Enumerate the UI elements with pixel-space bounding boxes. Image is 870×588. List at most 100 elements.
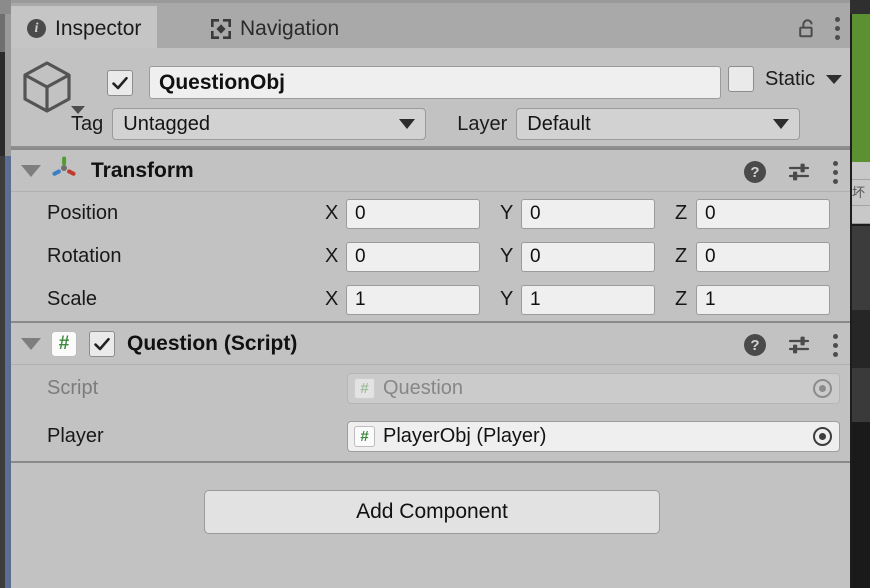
- chevron-down-icon: [773, 119, 790, 129]
- component-title: Transform: [91, 158, 194, 182]
- scale-y-input[interactable]: 1: [521, 284, 655, 315]
- tag-dropdown[interactable]: Untagged: [112, 108, 427, 140]
- field-row-script: Script # Question: [11, 365, 850, 411]
- field-row-player: Player # PlayerObj (Player): [11, 411, 850, 461]
- adjacent-toolbar: [850, 0, 870, 14]
- adjacent-dark-panel: [852, 224, 870, 310]
- gameobject-cube-icon[interactable]: [19, 58, 85, 114]
- axis-letter-x: X: [325, 245, 339, 267]
- row-label: Position: [47, 202, 119, 224]
- unity-editor-window: 坏和 i Inspector: [0, 0, 870, 588]
- transform-row-scale: Scale X 1 Y 1 Z 1: [11, 278, 850, 321]
- component-header-question-script[interactable]: # Question (Script) ?: [11, 321, 850, 365]
- static-checkbox[interactable]: [727, 66, 754, 92]
- scale-x-input[interactable]: 1: [346, 284, 480, 315]
- position-x-group: X 0: [325, 198, 480, 229]
- adjacent-dark-panel: [852, 422, 870, 588]
- axis-letter-y: Y: [500, 202, 514, 224]
- gameobject-name-input[interactable]: QuestionObj: [149, 66, 721, 99]
- gameobject-header: QuestionObj Static Tag Untagged Layer De…: [11, 48, 850, 148]
- rotation-z-input[interactable]: 0: [696, 241, 830, 272]
- scale-z-input[interactable]: 1: [696, 284, 830, 315]
- axis-letter-y: Y: [500, 288, 514, 310]
- player-object-field[interactable]: # PlayerObj (Player): [347, 420, 840, 452]
- csharp-script-icon: #: [51, 330, 77, 357]
- tab-navigation[interactable]: Navigation: [195, 6, 355, 51]
- object-picker-icon: [805, 374, 839, 403]
- position-y-group: Y 0: [500, 198, 655, 229]
- transform-row-rotation: Rotation X 0 Y 0 Z 0: [11, 235, 850, 278]
- navigation-icon: [211, 18, 231, 39]
- gameobject-enabled-checkbox[interactable]: [107, 69, 133, 96]
- adjacent-list-row: [852, 162, 870, 180]
- static-flags-group: Static: [727, 66, 842, 92]
- inspector-panel: i Inspector Navigation QuestionObj Stati…: [11, 0, 850, 588]
- tag-label: Tag: [71, 112, 104, 135]
- help-icon[interactable]: ?: [744, 334, 766, 356]
- csharp-script-icon: #: [354, 425, 375, 447]
- static-label: Static: [764, 67, 815, 90]
- panel-tabbar: i Inspector Navigation: [11, 0, 850, 51]
- panel-tab-tools: [798, 6, 840, 51]
- info-icon: i: [27, 19, 46, 38]
- script-field-label: Script: [47, 376, 99, 399]
- gutter-segment-upper: [0, 14, 5, 52]
- component-tools-question-script: ?: [744, 323, 838, 367]
- chevron-down-icon: [399, 119, 416, 129]
- help-icon[interactable]: ?: [744, 161, 766, 183]
- gutter-segment-mid: [0, 52, 5, 156]
- adjacent-list-row: [852, 206, 870, 224]
- foldout-arrow-icon[interactable]: [21, 337, 41, 350]
- component-enabled-checkbox[interactable]: [89, 330, 115, 357]
- row-label: Rotation: [47, 245, 122, 267]
- object-picker-icon[interactable]: [805, 422, 839, 451]
- csharp-script-icon: #: [354, 377, 375, 399]
- layer-label: Layer: [457, 112, 508, 135]
- rotation-x-group: X 0: [325, 241, 480, 272]
- axis-letter-z: Z: [675, 288, 688, 310]
- lock-open-icon[interactable]: [798, 18, 818, 40]
- kebab-menu-icon[interactable]: [832, 160, 838, 184]
- tab-inspector-label: Inspector: [55, 16, 142, 40]
- position-x-input[interactable]: 0: [346, 198, 480, 229]
- position-z-input[interactable]: 0: [696, 198, 830, 229]
- component-body-transform: Position X 0 Y 0 Z 0 Rotation X 0 Y 0 Z …: [11, 192, 850, 321]
- position-z-group: Z 0: [675, 198, 830, 229]
- rotation-x-input[interactable]: 0: [346, 241, 480, 272]
- preset-icon[interactable]: [788, 335, 810, 355]
- row-label: Scale: [47, 288, 98, 310]
- component-tools-transform: ?: [744, 150, 838, 194]
- component-body-question-script: Script # Question Player # PlayerObj (Pl…: [11, 365, 850, 461]
- position-y-input[interactable]: 0: [521, 198, 655, 229]
- layer-dropdown[interactable]: Default: [516, 108, 801, 140]
- tag-layer-row: Tag Untagged Layer Default: [71, 108, 842, 140]
- player-field-value: PlayerObj (Player): [383, 424, 547, 447]
- axis-letter-x: X: [325, 288, 339, 310]
- static-dropdown-caret-icon[interactable]: [826, 74, 842, 84]
- axis-letter-z: Z: [675, 202, 688, 224]
- adjacent-dark-panel: [852, 368, 870, 422]
- axis-letter-x: X: [325, 202, 339, 224]
- inspector-footer: Add Component: [11, 461, 850, 563]
- component-header-transform[interactable]: Transform ?: [11, 148, 850, 192]
- preset-icon[interactable]: [788, 162, 810, 182]
- tag-dropdown-value: Untagged: [123, 112, 210, 135]
- adjacent-list-row-text: 坏和: [852, 180, 870, 206]
- tab-navigation-label: Navigation: [240, 16, 340, 40]
- scale-y-group: Y 1: [500, 284, 655, 315]
- component-title: Question (Script): [127, 331, 298, 355]
- axis-letter-z: Z: [675, 245, 688, 267]
- player-field-label: Player: [47, 424, 104, 447]
- tab-inspector[interactable]: i Inspector: [11, 6, 158, 51]
- foldout-arrow-icon[interactable]: [21, 164, 41, 177]
- kebab-menu-icon[interactable]: [834, 17, 840, 40]
- rotation-y-input[interactable]: 0: [521, 241, 655, 272]
- adjacent-dark-panel: [852, 310, 870, 368]
- script-field-value: Question: [383, 376, 464, 399]
- script-object-field: # Question: [347, 372, 840, 404]
- add-component-button[interactable]: Add Component: [204, 490, 660, 534]
- layer-dropdown-value: Default: [527, 112, 591, 135]
- kebab-menu-icon[interactable]: [832, 333, 838, 357]
- gameobject-name-row: QuestionObj: [107, 66, 721, 99]
- axis-letter-y: Y: [500, 245, 514, 267]
